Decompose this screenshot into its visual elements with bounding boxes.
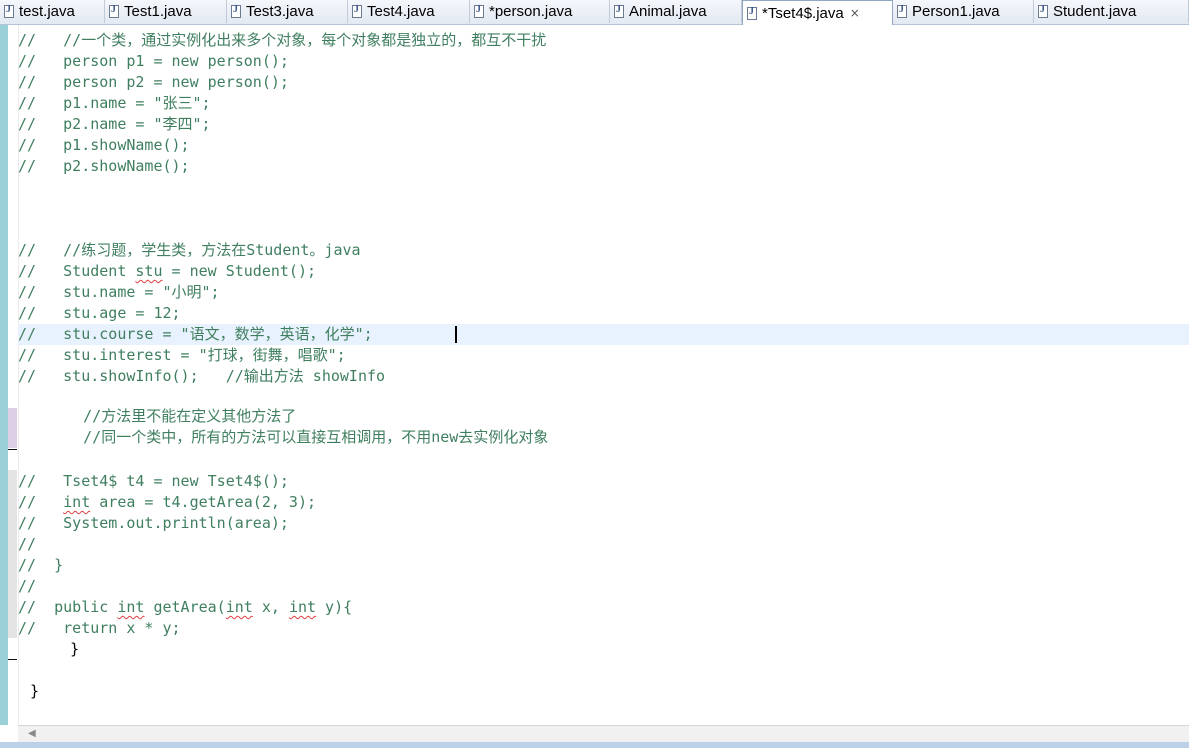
- spelling-error: int: [117, 598, 145, 616]
- code-line: // //一个类，通过实例化出来多个对象，每个对象都是独立的，都互不干扰: [18, 31, 547, 49]
- close-tab-icon[interactable]: ×: [850, 6, 860, 20]
- code-editor[interactable]: // //一个类，通过实例化出来多个对象，每个对象都是独立的，都互不干扰 // …: [18, 25, 1189, 725]
- code-line: //方法里不能在定义其他方法了: [38, 407, 297, 425]
- spelling-error: stu: [135, 262, 163, 280]
- java-file-icon: [352, 4, 362, 18]
- code-line: //同一个类中，所有的方法可以直接互相调用，不用new去实例化对象: [38, 428, 549, 446]
- code-line: // p1.showName();: [18, 136, 190, 154]
- spelling-error: int: [225, 598, 253, 616]
- window-bottom-border: [0, 742, 1189, 748]
- java-file-icon: [109, 4, 119, 18]
- code-line: // return x * y;: [18, 619, 181, 637]
- code-line: // int area = t4.getArea(2, 3);: [18, 493, 317, 511]
- tab-label: Student.java: [1053, 3, 1137, 20]
- tab-animal-java[interactable]: Animal.java: [610, 0, 742, 23]
- code-line: // person p2 = new person();: [18, 73, 289, 91]
- java-file-icon: [4, 4, 14, 18]
- code-line: }: [34, 640, 80, 658]
- code-line: }: [30, 682, 40, 700]
- java-file-icon: [614, 4, 624, 18]
- tab-label: test.java: [19, 3, 75, 20]
- code-line: // person p1 = new person();: [18, 52, 289, 70]
- code-line: // p1.name = "张三";: [18, 94, 211, 112]
- tab-label: Animal.java: [629, 3, 707, 20]
- tab-student-java[interactable]: Student.java: [1034, 0, 1189, 23]
- code-line: // stu.interest = "打球，街舞，唱歌";: [18, 346, 346, 364]
- tab-label: Test1.java: [124, 3, 192, 20]
- tab-person1-java[interactable]: Person1.java: [893, 0, 1034, 23]
- tab-label: *person.java: [489, 3, 573, 20]
- tab-person-java[interactable]: *person.java: [470, 0, 610, 23]
- java-file-icon: [231, 4, 241, 18]
- code-line: // Student stu = new Student();: [18, 262, 317, 280]
- editor-tab-bar: test.java Test1.java Test3.java Test4.ja…: [0, 0, 1189, 25]
- code-line: // p2.name = "李四";: [18, 115, 211, 133]
- code-line: //: [18, 535, 37, 553]
- code-line: // stu.age = 12;: [18, 304, 181, 322]
- code-line: // p2.showName();: [18, 157, 190, 175]
- tab-label: Test3.java: [246, 3, 314, 20]
- fold-marker[interactable]: [8, 449, 17, 450]
- current-code-line: // stu.course = "语文，数学，英语，化学";: [18, 324, 1189, 345]
- java-file-icon: [897, 4, 907, 18]
- tab-test4-java[interactable]: Test4.java: [348, 0, 470, 23]
- code-line: // stu.showInfo(); //输出方法 showInfo: [18, 367, 386, 385]
- tab-label: Person1.java: [912, 3, 1000, 20]
- scroll-left-arrow-icon[interactable]: ◀: [28, 728, 36, 739]
- code-line: // stu.name = "小明";: [18, 283, 220, 301]
- java-file-icon: [747, 6, 757, 20]
- java-file-icon: [474, 4, 484, 18]
- java-file-icon: [1038, 4, 1048, 18]
- quick-diff-marker: [8, 408, 17, 448]
- code-line: //: [18, 577, 37, 595]
- quick-diff-marker: [8, 470, 17, 638]
- horizontal-scrollbar[interactable]: ◀: [18, 725, 1189, 743]
- spelling-error: int: [288, 598, 317, 616]
- tab-test1-java[interactable]: Test1.java: [105, 0, 227, 23]
- fold-marker[interactable]: [8, 659, 17, 660]
- tab-label: *Tset4$.java: [762, 4, 844, 22]
- spelling-error: int: [63, 493, 91, 511]
- tab-tset4-java[interactable]: *Tset4$.java ×: [742, 0, 893, 25]
- code-line: // System.out.println(area);: [18, 514, 289, 532]
- tab-label: Test4.java: [367, 3, 435, 20]
- text-caret: [455, 326, 457, 343]
- code-line: // public int getArea(int x, int y){: [18, 598, 353, 616]
- tab-test-java[interactable]: test.java: [0, 0, 105, 23]
- overview-ruler: [0, 25, 8, 725]
- tab-test3-java[interactable]: Test3.java: [227, 0, 348, 23]
- code-line: // Tset4$ t4 = new Tset4$();: [18, 472, 289, 490]
- code-line: // //练习题，学生类，方法在Student。java: [18, 241, 361, 259]
- code-line: // }: [18, 556, 64, 574]
